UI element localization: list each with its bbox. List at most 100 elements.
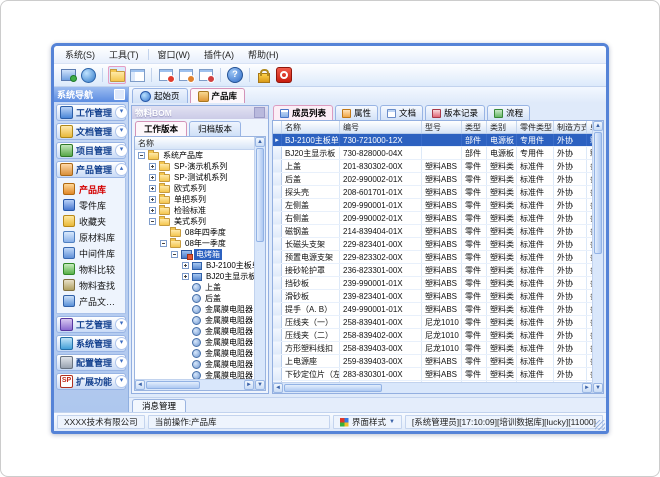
window-refresh-icon[interactable] [177,66,195,84]
tree-node-金属膜电阻器[interactable]: 金属膜电阻器 [135,348,254,359]
tab-message-management[interactable]: 消息管理 [132,399,186,412]
tree-node-08年四季度[interactable]: 08年四季度 [135,227,254,238]
tree-node-金属膜电阻器[interactable]: 金属膜电阻器 [135,370,254,379]
sidebar-group-文档管理[interactable]: 文档管理▾ [56,123,126,140]
column-header-零件类型[interactable]: 零件类型 [517,121,554,133]
expand-icon[interactable] [182,273,189,280]
table-row[interactable]: 接砂轮护罩236-823301-00X塑料ABS零件塑料类标准件外协条 [273,264,592,277]
doc-tab-产品库[interactable]: 产品库 [190,88,246,103]
sidebar-item-产品文档查找[interactable]: 产品文档查找 [57,293,125,309]
column-header-编号[interactable]: 编号 [340,121,422,133]
scroll-down-icon[interactable]: ▼ [255,380,265,390]
table-row[interactable]: 探头壳208-601701-01X塑料ABS零件塑料类标准件外协条 [273,186,592,199]
tree-node-08年一季度[interactable]: 08年一季度 [135,238,254,249]
window-new-icon[interactable] [157,66,175,84]
expand-icon[interactable] [182,262,189,269]
ui-style-selector[interactable]: 界面样式 ▼ [333,415,402,429]
sidebar-group-工作管理[interactable]: 工作管理▾ [56,104,126,121]
sidebar-item-物料比较[interactable]: 物料比较 [57,261,125,277]
bom-tab-归档版本[interactable]: 归档版本 [189,121,241,136]
sidebar-item-原材料库[interactable]: 原材料库 [57,229,125,245]
folder-open-icon[interactable] [108,66,126,84]
menu-item[interactable]: 工具(T) [102,47,146,62]
sidebar-item-收藏夹[interactable]: 收藏夹 [57,213,125,229]
expand-icon[interactable] [149,196,156,203]
scroll-right-icon[interactable]: ► [244,380,254,390]
tree-node-BJ-2100主板单点[interactable]: BJ-2100主板单点 [135,260,254,271]
table-row[interactable]: 压线夹（一）258-839401-00X尼龙1010零件塑料类标准件外协条 [273,316,592,329]
tree-node-美式系列[interactable]: 美式系列 [135,216,254,227]
menu-item[interactable]: 系统(S) [58,47,102,62]
expand-icon[interactable] [149,174,156,181]
scroll-left-icon[interactable]: ◄ [273,383,283,393]
tree-node-金属膜电阻器[interactable]: 金属膜电阻器 [135,337,254,348]
window-delete-icon[interactable] [197,66,215,84]
sidebar-collapse-button[interactable] [114,89,125,100]
collapse-icon[interactable] [149,218,156,225]
table-row[interactable]: 长磁头支架229-823401-00X塑料ABS零件塑料类标准件外协条 [273,238,592,251]
sidebar-item-零件库[interactable]: 零件库 [57,197,125,213]
tree-node-系统产品库[interactable]: 系统产品库 [135,150,254,161]
collapse-icon[interactable] [138,152,145,159]
layout-icon[interactable] [128,66,146,84]
table-row[interactable]: 磁钢盖214-839404-01X塑料ABS零件塑料类标准件外协条 [273,225,592,238]
column-header-类别[interactable]: 类别 [487,121,517,133]
scroll-thumb[interactable] [146,381,200,389]
tree-node-后盖[interactable]: 后盖 [135,293,254,304]
sidebar-item-产品库[interactable]: 产品库 [57,181,125,197]
tree-node-金属膜电阻器[interactable]: 金属膜电阻器 [135,304,254,315]
bom-tab-工作版本[interactable]: 工作版本 [135,121,187,136]
lock-icon[interactable] [255,66,273,84]
table-row[interactable]: 挡砂板239-990001-01X塑料ABS零件塑料类标准件外协条 [273,277,592,290]
column-header-名称[interactable]: 名称 [282,121,340,133]
sidebar-group-项目管理[interactable]: 项目管理▾ [56,142,126,159]
tree-column-header[interactable]: 名称 [135,137,254,150]
menu-item[interactable]: 窗口(W) [151,47,198,62]
table-row[interactable]: 预置电源支架229-823302-00X塑料ABS零件塑料类标准件外协条 [273,251,592,264]
resize-grip[interactable] [595,420,605,430]
tree-node-上盖[interactable]: 上盖 [135,282,254,293]
sidebar-group-产品管理[interactable]: 产品管理▴ [56,161,126,178]
table-row[interactable]: BJ20主显示板730-828000-04X部件电源板专用件外协颗 [273,147,592,160]
table-row[interactable]: ▸BJ-2100主板单点730-721000-12X部件电源板专用件外协颗 [273,134,592,147]
tree-node-SP-测试机系列[interactable]: SP-测试机系列 [135,172,254,183]
bom-panel-pin-button[interactable] [254,107,265,118]
menu-item[interactable]: 插件(A) [197,47,241,62]
workspace-icon[interactable] [59,66,77,84]
tab-成员列表[interactable]: 成员列表 [273,105,333,120]
table-row[interactable]: 滑砂板239-823401-00X塑料ABS零件塑料类标准件外协条 [273,290,592,303]
scroll-left-icon[interactable]: ◄ [135,380,145,390]
sidebar-group-扩展功能[interactable]: 扩展功能▾ [56,373,126,390]
scroll-up-icon[interactable]: ▲ [255,137,265,147]
tab-文档[interactable]: 文档 [380,105,423,120]
sidebar-group-工艺管理[interactable]: 工艺管理▾ [56,316,126,333]
column-header-型号[interactable]: 型号 [422,121,462,133]
menu-item[interactable]: 帮助(H) [241,47,286,62]
expand-icon[interactable] [149,163,156,170]
expand-icon[interactable] [149,185,156,192]
scroll-up-icon[interactable]: ▲ [593,121,603,131]
tree-node-BJ20主显示板[interactable]: BJ20主显示板 [135,271,254,282]
collapse-icon[interactable] [160,240,167,247]
sidebar-group-配置管理[interactable]: 配置管理▾ [56,354,126,371]
collapse-icon[interactable] [171,251,178,258]
scroll-right-icon[interactable]: ► [582,383,592,393]
sidebar-group-系统管理[interactable]: 系统管理▾ [56,335,126,352]
sidebar-item-物料查找[interactable]: 物料查找 [57,277,125,293]
column-header-制造方式[interactable]: 制造方式 [554,121,587,133]
table-row[interactable]: 下砂定位片（左）283-830301-00X塑料ABS零件塑料类标准件外协条 [273,368,592,381]
help-icon[interactable]: ? [226,66,244,84]
doc-tab-起始页[interactable]: 起始页 [132,88,188,103]
expand-icon[interactable] [149,207,156,214]
table-row[interactable]: 方形塑料线扣258-839403-00X尼龙1010零件塑料类标准件外协条 [273,342,592,355]
scroll-thumb[interactable] [256,148,264,242]
tree-node-金属膜电阻器[interactable]: 金属膜电阻器 [135,315,254,326]
tree-node-金属膜电阻器[interactable]: 金属膜电阻器 [135,326,254,337]
scroll-thumb[interactable] [594,132,602,254]
column-header-类型[interactable]: 类型 [462,121,487,133]
tree-node-SP-演示机系列[interactable]: SP-演示机系列 [135,161,254,172]
tab-版本记录[interactable]: 版本记录 [425,105,485,120]
table-row[interactable]: 上盖201-830302-00X塑料ABS零件塑料类标准件外协条 [273,160,592,173]
table-row[interactable]: 后盖202-990002-01X塑料ABS零件塑料类标准件外协条 [273,173,592,186]
table-row[interactable]: 右侧盖209-990002-01X塑料ABS零件塑料类标准件外协条 [273,212,592,225]
